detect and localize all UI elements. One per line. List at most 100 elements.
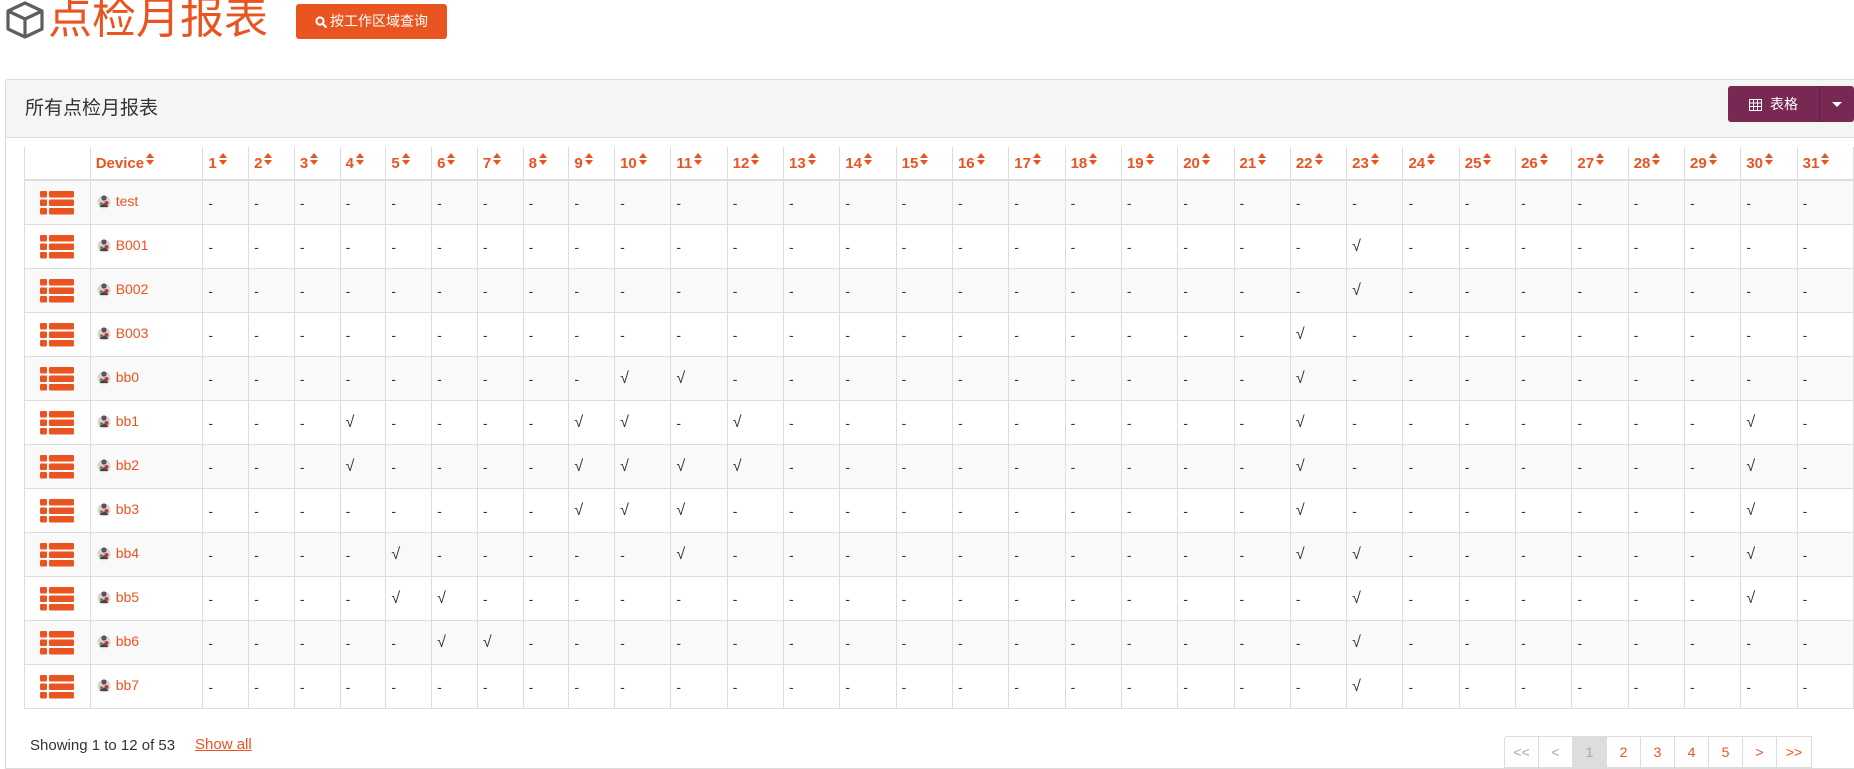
- list-icon[interactable]: [40, 630, 75, 655]
- day-cell: -: [895, 400, 953, 445]
- page-2-button[interactable]: 2: [1607, 737, 1641, 767]
- list-icon[interactable]: [40, 234, 75, 259]
- list-icon[interactable]: [40, 674, 75, 699]
- day-cell: -: [1515, 224, 1573, 269]
- list-icon[interactable]: [40, 322, 75, 347]
- row-menu-cell: [24, 444, 91, 489]
- page-1-button[interactable]: 1: [1573, 737, 1607, 767]
- list-icon[interactable]: [40, 586, 75, 611]
- device-link[interactable]: bb2: [96, 457, 139, 473]
- device-link[interactable]: bb3: [96, 501, 139, 517]
- device-link[interactable]: bb4: [96, 545, 139, 561]
- column-header-day-1[interactable]: 1: [202, 147, 250, 181]
- list-icon[interactable]: [40, 190, 75, 215]
- sort-icon: [1370, 152, 1380, 167]
- day-cell: -: [1120, 268, 1179, 313]
- table-row: B003- - - - - - - - - - - - - - - - - - - - - √ - - - - - - - - -: [24, 312, 1854, 357]
- day-cell: -: [1008, 268, 1066, 313]
- last-page-button[interactable]: >>: [1777, 737, 1811, 767]
- day-cell: -: [293, 179, 341, 225]
- list-icon[interactable]: [40, 410, 75, 435]
- column-header-day-12[interactable]: 12: [726, 147, 785, 181]
- device-link[interactable]: B001: [96, 237, 148, 253]
- device-icon: [97, 239, 111, 253]
- day-cell: -: [248, 224, 295, 269]
- column-header-day-10[interactable]: 10: [614, 147, 672, 181]
- day-cell: √: [1740, 576, 1798, 621]
- day-cell: -: [202, 664, 250, 709]
- column-header-day-29[interactable]: 29: [1683, 147, 1742, 181]
- column-header-day-11[interactable]: 11: [670, 147, 728, 181]
- column-header-day-30[interactable]: 30: [1740, 147, 1798, 181]
- column-header-day-5[interactable]: 5: [385, 147, 433, 181]
- column-header-day-27[interactable]: 27: [1571, 147, 1629, 181]
- view-dropdown-toggle[interactable]: [1819, 86, 1854, 122]
- column-header-day-4[interactable]: 4: [339, 147, 387, 181]
- list-icon[interactable]: [40, 278, 75, 303]
- page-5-button[interactable]: 5: [1709, 737, 1743, 767]
- column-header-day-21[interactable]: 21: [1233, 147, 1291, 181]
- day-cell: -: [1571, 224, 1629, 269]
- device-link[interactable]: B003: [96, 325, 148, 341]
- device-link[interactable]: bb1: [96, 413, 139, 429]
- device-link[interactable]: B002: [96, 281, 149, 297]
- device-link[interactable]: bb6: [96, 633, 139, 649]
- device-link[interactable]: test: [96, 193, 138, 209]
- page-3-button[interactable]: 3: [1641, 737, 1675, 767]
- column-header-day-17[interactable]: 17: [1008, 147, 1066, 181]
- column-header-day-26[interactable]: 26: [1515, 147, 1573, 181]
- day-cell: -: [670, 312, 728, 357]
- column-header-day-3[interactable]: 3: [293, 147, 341, 181]
- column-header-day-16[interactable]: 16: [951, 147, 1010, 181]
- sort-icon: [1314, 152, 1324, 167]
- day-cell: -: [202, 532, 250, 577]
- column-header-day-28[interactable]: 28: [1627, 147, 1686, 181]
- list-icon[interactable]: [40, 498, 75, 523]
- prev-page-button[interactable]: <: [1539, 737, 1573, 767]
- device-link[interactable]: bb0: [96, 369, 139, 385]
- column-header-day-6[interactable]: 6: [431, 147, 478, 181]
- column-header-day-24[interactable]: 24: [1402, 147, 1460, 181]
- page-4-button[interactable]: 4: [1675, 737, 1709, 767]
- day-cell: -: [476, 179, 524, 225]
- column-header-day-22[interactable]: 22: [1289, 147, 1348, 181]
- column-header-day-23[interactable]: 23: [1346, 147, 1404, 181]
- column-header-day-7[interactable]: 7: [476, 147, 524, 181]
- day-cell: -: [431, 356, 478, 401]
- day-cell: -: [1458, 268, 1517, 313]
- column-header-day-8[interactable]: 8: [522, 147, 570, 181]
- column-header-day-31[interactable]: 31: [1796, 147, 1854, 181]
- day-cell: -: [476, 664, 524, 709]
- sort-icon: [807, 152, 817, 167]
- list-icon[interactable]: [40, 366, 75, 391]
- column-header-day-18[interactable]: 18: [1064, 147, 1122, 181]
- day-cell: -: [1683, 532, 1742, 577]
- list-icon[interactable]: [40, 542, 75, 567]
- table-view-button[interactable]: 表格: [1728, 86, 1819, 122]
- day-cell: √: [1346, 620, 1404, 665]
- next-page-button[interactable]: >: [1743, 737, 1777, 767]
- day-cell: -: [1402, 444, 1460, 489]
- column-header-day-13[interactable]: 13: [782, 147, 841, 181]
- column-header-day-9[interactable]: 9: [568, 147, 616, 181]
- query-by-area-button[interactable]: 按工作区域查询: [296, 4, 447, 39]
- column-header-device[interactable]: Device: [89, 147, 204, 181]
- device-link[interactable]: bb7: [96, 677, 139, 693]
- column-header-day-19[interactable]: 19: [1120, 147, 1179, 181]
- show-all-link[interactable]: Show all: [195, 736, 252, 753]
- column-header-day-20[interactable]: 20: [1177, 147, 1235, 181]
- day-cell: -: [1008, 444, 1066, 489]
- device-name: B002: [115, 281, 149, 297]
- day-cell: -: [1064, 532, 1122, 577]
- list-icon[interactable]: [40, 454, 75, 479]
- day-cell: -: [1289, 224, 1348, 269]
- day-cell: -: [385, 488, 433, 533]
- column-header-day-2[interactable]: 2: [248, 147, 295, 181]
- device-link[interactable]: bb5: [96, 589, 139, 605]
- column-header-day-25[interactable]: 25: [1458, 147, 1517, 181]
- first-page-button[interactable]: <<: [1505, 737, 1539, 767]
- column-header-day-14[interactable]: 14: [839, 147, 897, 181]
- column-header-label: 16: [957, 154, 975, 172]
- column-header-day-15[interactable]: 15: [895, 147, 953, 181]
- day-cell: -: [293, 620, 341, 665]
